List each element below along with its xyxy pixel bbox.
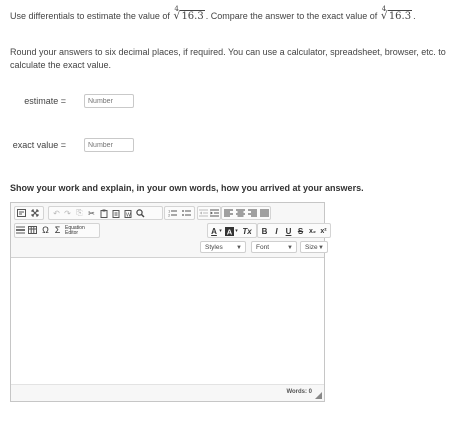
bulleted-list-icon[interactable] — [180, 207, 192, 219]
svg-text:W: W — [126, 212, 131, 218]
align-right-icon[interactable] — [246, 207, 258, 219]
font-select-value: Font — [256, 244, 270, 251]
maximize-icon[interactable] — [29, 207, 41, 219]
table-icon[interactable] — [27, 224, 38, 236]
find-icon[interactable] — [135, 207, 146, 219]
equation-sigma-icon[interactable]: Σ — [52, 224, 63, 236]
styles-select-value: Styles — [205, 244, 223, 251]
background-color-dropdown-icon[interactable]: ▾ — [234, 225, 239, 237]
equation-editor-button[interactable]: Equation Editor — [65, 223, 97, 238]
background-color-letter: A — [226, 227, 232, 236]
undo-icon[interactable]: ↶ — [51, 207, 62, 219]
exact-value-input[interactable] — [84, 138, 134, 152]
subscript-button[interactable]: x₂ — [307, 225, 318, 237]
source-icon[interactable] — [15, 207, 27, 219]
show-work-prompt: Show your work and explain, in your own … — [10, 183, 364, 193]
indent-icon[interactable] — [209, 207, 220, 219]
underline-button[interactable]: U — [283, 225, 294, 237]
editor-status-bar: Words: 0 — [11, 384, 324, 401]
size-select[interactable]: Size ▼ — [300, 241, 328, 253]
svg-text:2: 2 — [168, 214, 170, 218]
strikethrough-button[interactable]: S — [295, 225, 306, 237]
background-color-button[interactable]: A — [224, 225, 234, 237]
font-color-dropdown-icon[interactable]: ▾ — [218, 225, 223, 237]
styles-select[interactable]: Styles ▼ — [200, 241, 246, 253]
question-text: Use differentials to estimate the value … — [10, 5, 416, 22]
word-count: Words: 0 — [286, 389, 312, 395]
redo-icon[interactable]: ↷ — [62, 207, 73, 219]
editor-content-area[interactable] — [11, 258, 324, 383]
bold-button[interactable]: B — [259, 225, 270, 237]
rich-text-editor: ↶ ↷ ⎘ ✂ W 12 Ω Σ Equation Editor A ▾ A ▾… — [10, 202, 331, 402]
chevron-down-icon: ▼ — [318, 245, 324, 251]
editor-toolbar: ↶ ↷ ⎘ ✂ W 12 Ω Σ Equation Editor A ▾ A ▾… — [11, 203, 331, 258]
copy-icon[interactable]: ⎘ — [74, 207, 85, 219]
estimate-label: estimate = — [24, 96, 66, 106]
exact-value-label: exact value = — [12, 140, 66, 150]
paste-text-icon[interactable] — [110, 207, 121, 219]
chevron-down-icon: ▼ — [287, 245, 293, 251]
fourth-root-expression-1: 4 √16.3 — [173, 5, 205, 22]
estimate-input[interactable] — [84, 94, 134, 108]
chevron-down-icon: ▼ — [236, 245, 242, 251]
size-select-value: Size — [305, 244, 318, 251]
fourth-root-expression-2: 4 √16.3 — [380, 5, 413, 22]
resize-handle-icon[interactable] — [315, 392, 322, 399]
paste-icon[interactable] — [98, 207, 109, 219]
align-left-icon[interactable] — [222, 207, 234, 219]
cut-icon[interactable]: ✂ — [86, 207, 97, 219]
horizontal-line-icon[interactable] — [15, 224, 26, 236]
numbered-list-icon[interactable]: 12 — [166, 207, 178, 219]
outdent-icon[interactable] — [198, 207, 209, 219]
remove-format-button[interactable]: Tx — [240, 225, 254, 237]
justify-icon[interactable] — [258, 207, 270, 219]
paste-word-icon[interactable]: W — [122, 207, 133, 219]
font-select[interactable]: Font ▼ — [251, 241, 297, 253]
italic-button[interactable]: I — [271, 225, 282, 237]
superscript-button[interactable]: x² — [318, 225, 329, 237]
special-character-omega-icon[interactable]: Ω — [40, 224, 51, 236]
align-center-icon[interactable] — [234, 207, 246, 219]
instructions-text: Round your answers to six decimal places… — [10, 47, 446, 70]
